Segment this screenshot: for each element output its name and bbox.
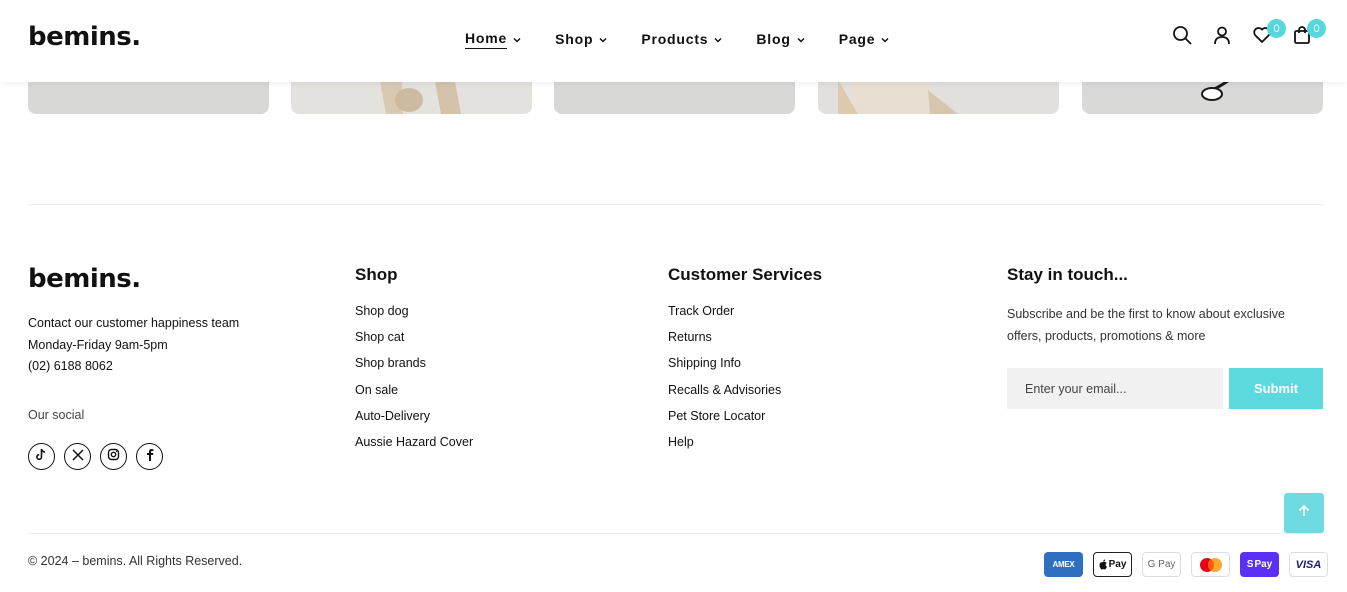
chevron-down-icon	[797, 37, 805, 43]
footer-link[interactable]: Aussie Hazard Cover	[355, 435, 473, 461]
chevron-down-icon	[599, 37, 607, 43]
user-icon	[1212, 25, 1232, 50]
cart-button[interactable]: 0	[1290, 19, 1326, 49]
x-icon	[71, 448, 84, 466]
arrow-up-icon	[1297, 504, 1311, 523]
facebook-link[interactable]	[136, 443, 163, 470]
tiktok-icon	[35, 448, 48, 466]
footer-link[interactable]: Recalls & Advisories	[668, 383, 781, 409]
apple-pay-icon: Pay	[1093, 552, 1132, 577]
contact-info: Contact our customer happiness team Mond…	[28, 313, 239, 378]
nav-label: Products	[641, 30, 709, 47]
site-header: bemins. Home Shop Products Blog Page 0 0	[0, 0, 1347, 82]
shop-pay-icon: S Pay	[1240, 552, 1279, 577]
wishlist-button[interactable]: 0	[1250, 19, 1286, 49]
shop-pay-s: S	[1246, 559, 1254, 570]
footer-link[interactable]: Shop brands	[355, 356, 473, 382]
tiktok-link[interactable]	[28, 443, 55, 470]
nav-item-shop[interactable]: Shop	[555, 30, 607, 49]
header-icons: 0 0	[1170, 19, 1326, 49]
nav-item-products[interactable]: Products	[641, 30, 722, 49]
x-link[interactable]	[64, 443, 91, 470]
chevron-down-icon	[881, 37, 889, 43]
main-nav: Home Shop Products Blog Page	[465, 30, 923, 49]
nav-item-page[interactable]: Page	[839, 30, 890, 49]
nav-item-blog[interactable]: Blog	[756, 30, 805, 49]
email-input[interactable]	[1007, 368, 1223, 409]
search-button[interactable]	[1170, 25, 1194, 49]
footer-link[interactable]: Help	[668, 435, 781, 461]
services-links: Track Order Returns Shipping Info Recall…	[668, 304, 781, 461]
social-links	[28, 443, 172, 470]
nav-label: Shop	[555, 30, 594, 47]
social-label: Our social	[28, 408, 85, 422]
amex-icon: AMEX	[1044, 552, 1083, 577]
cart-count-badge: 0	[1307, 19, 1326, 38]
instagram-link[interactable]	[100, 443, 127, 470]
facebook-icon	[144, 448, 156, 466]
nav-item-home[interactable]: Home	[465, 30, 521, 49]
instagram-icon	[107, 448, 120, 466]
account-button[interactable]	[1210, 25, 1234, 49]
wishlist-count-badge: 0	[1267, 19, 1286, 38]
chevron-down-icon	[714, 37, 722, 43]
shop-pay-label: Pay	[1254, 559, 1273, 570]
mastercard-icon	[1191, 552, 1230, 577]
newsletter-description: Subscribe and be the first to know about…	[1007, 307, 1285, 343]
footer-link[interactable]: Pet Store Locator	[668, 409, 781, 435]
payment-methods: AMEX Pay G Pay S Pay VISA	[1044, 552, 1328, 577]
footer-bottom-divider	[28, 533, 1324, 534]
nav-label: Page	[838, 30, 876, 47]
back-to-top-button[interactable]	[1284, 493, 1324, 533]
search-icon	[1172, 25, 1192, 50]
nav-label: Blog	[756, 30, 791, 47]
newsletter-title: Stay in touch...	[1007, 265, 1128, 284]
contact-hours: Monday-Friday 9am-5pm	[28, 337, 168, 352]
copyright: © 2024 – bemins. All Rights Reserved.	[28, 554, 243, 568]
google-pay-icon: G Pay	[1142, 552, 1181, 577]
footer-link[interactable]: Track Order	[668, 304, 781, 330]
footer-link[interactable]: Shop dog	[355, 304, 473, 330]
services-column-title: Customer Services	[668, 265, 823, 284]
footer-top-divider	[28, 204, 1324, 205]
chevron-down-icon	[513, 37, 521, 43]
footer-link[interactable]: Auto-Delivery	[355, 409, 473, 435]
footer-logo[interactable]: bemins.	[28, 264, 141, 294]
footer-link[interactable]: Shipping Info	[668, 356, 781, 382]
logo[interactable]: bemins.	[28, 22, 141, 52]
contact-phone[interactable]: (02) 6188 8062	[28, 356, 239, 378]
contact-line: Contact our customer happiness team	[28, 316, 240, 330]
visa-icon: VISA	[1289, 552, 1328, 577]
footer-link[interactable]: Returns	[668, 330, 781, 356]
footer-link[interactable]: On sale	[355, 383, 473, 409]
shop-column-title: Shop	[355, 265, 398, 284]
nav-label: Home	[465, 30, 508, 49]
footer-link[interactable]: Shop cat	[355, 330, 473, 356]
apple-pay-label: Pay	[1108, 559, 1127, 570]
submit-button[interactable]: Submit	[1229, 368, 1323, 409]
shop-links: Shop dog Shop cat Shop brands On sale Au…	[355, 304, 473, 461]
